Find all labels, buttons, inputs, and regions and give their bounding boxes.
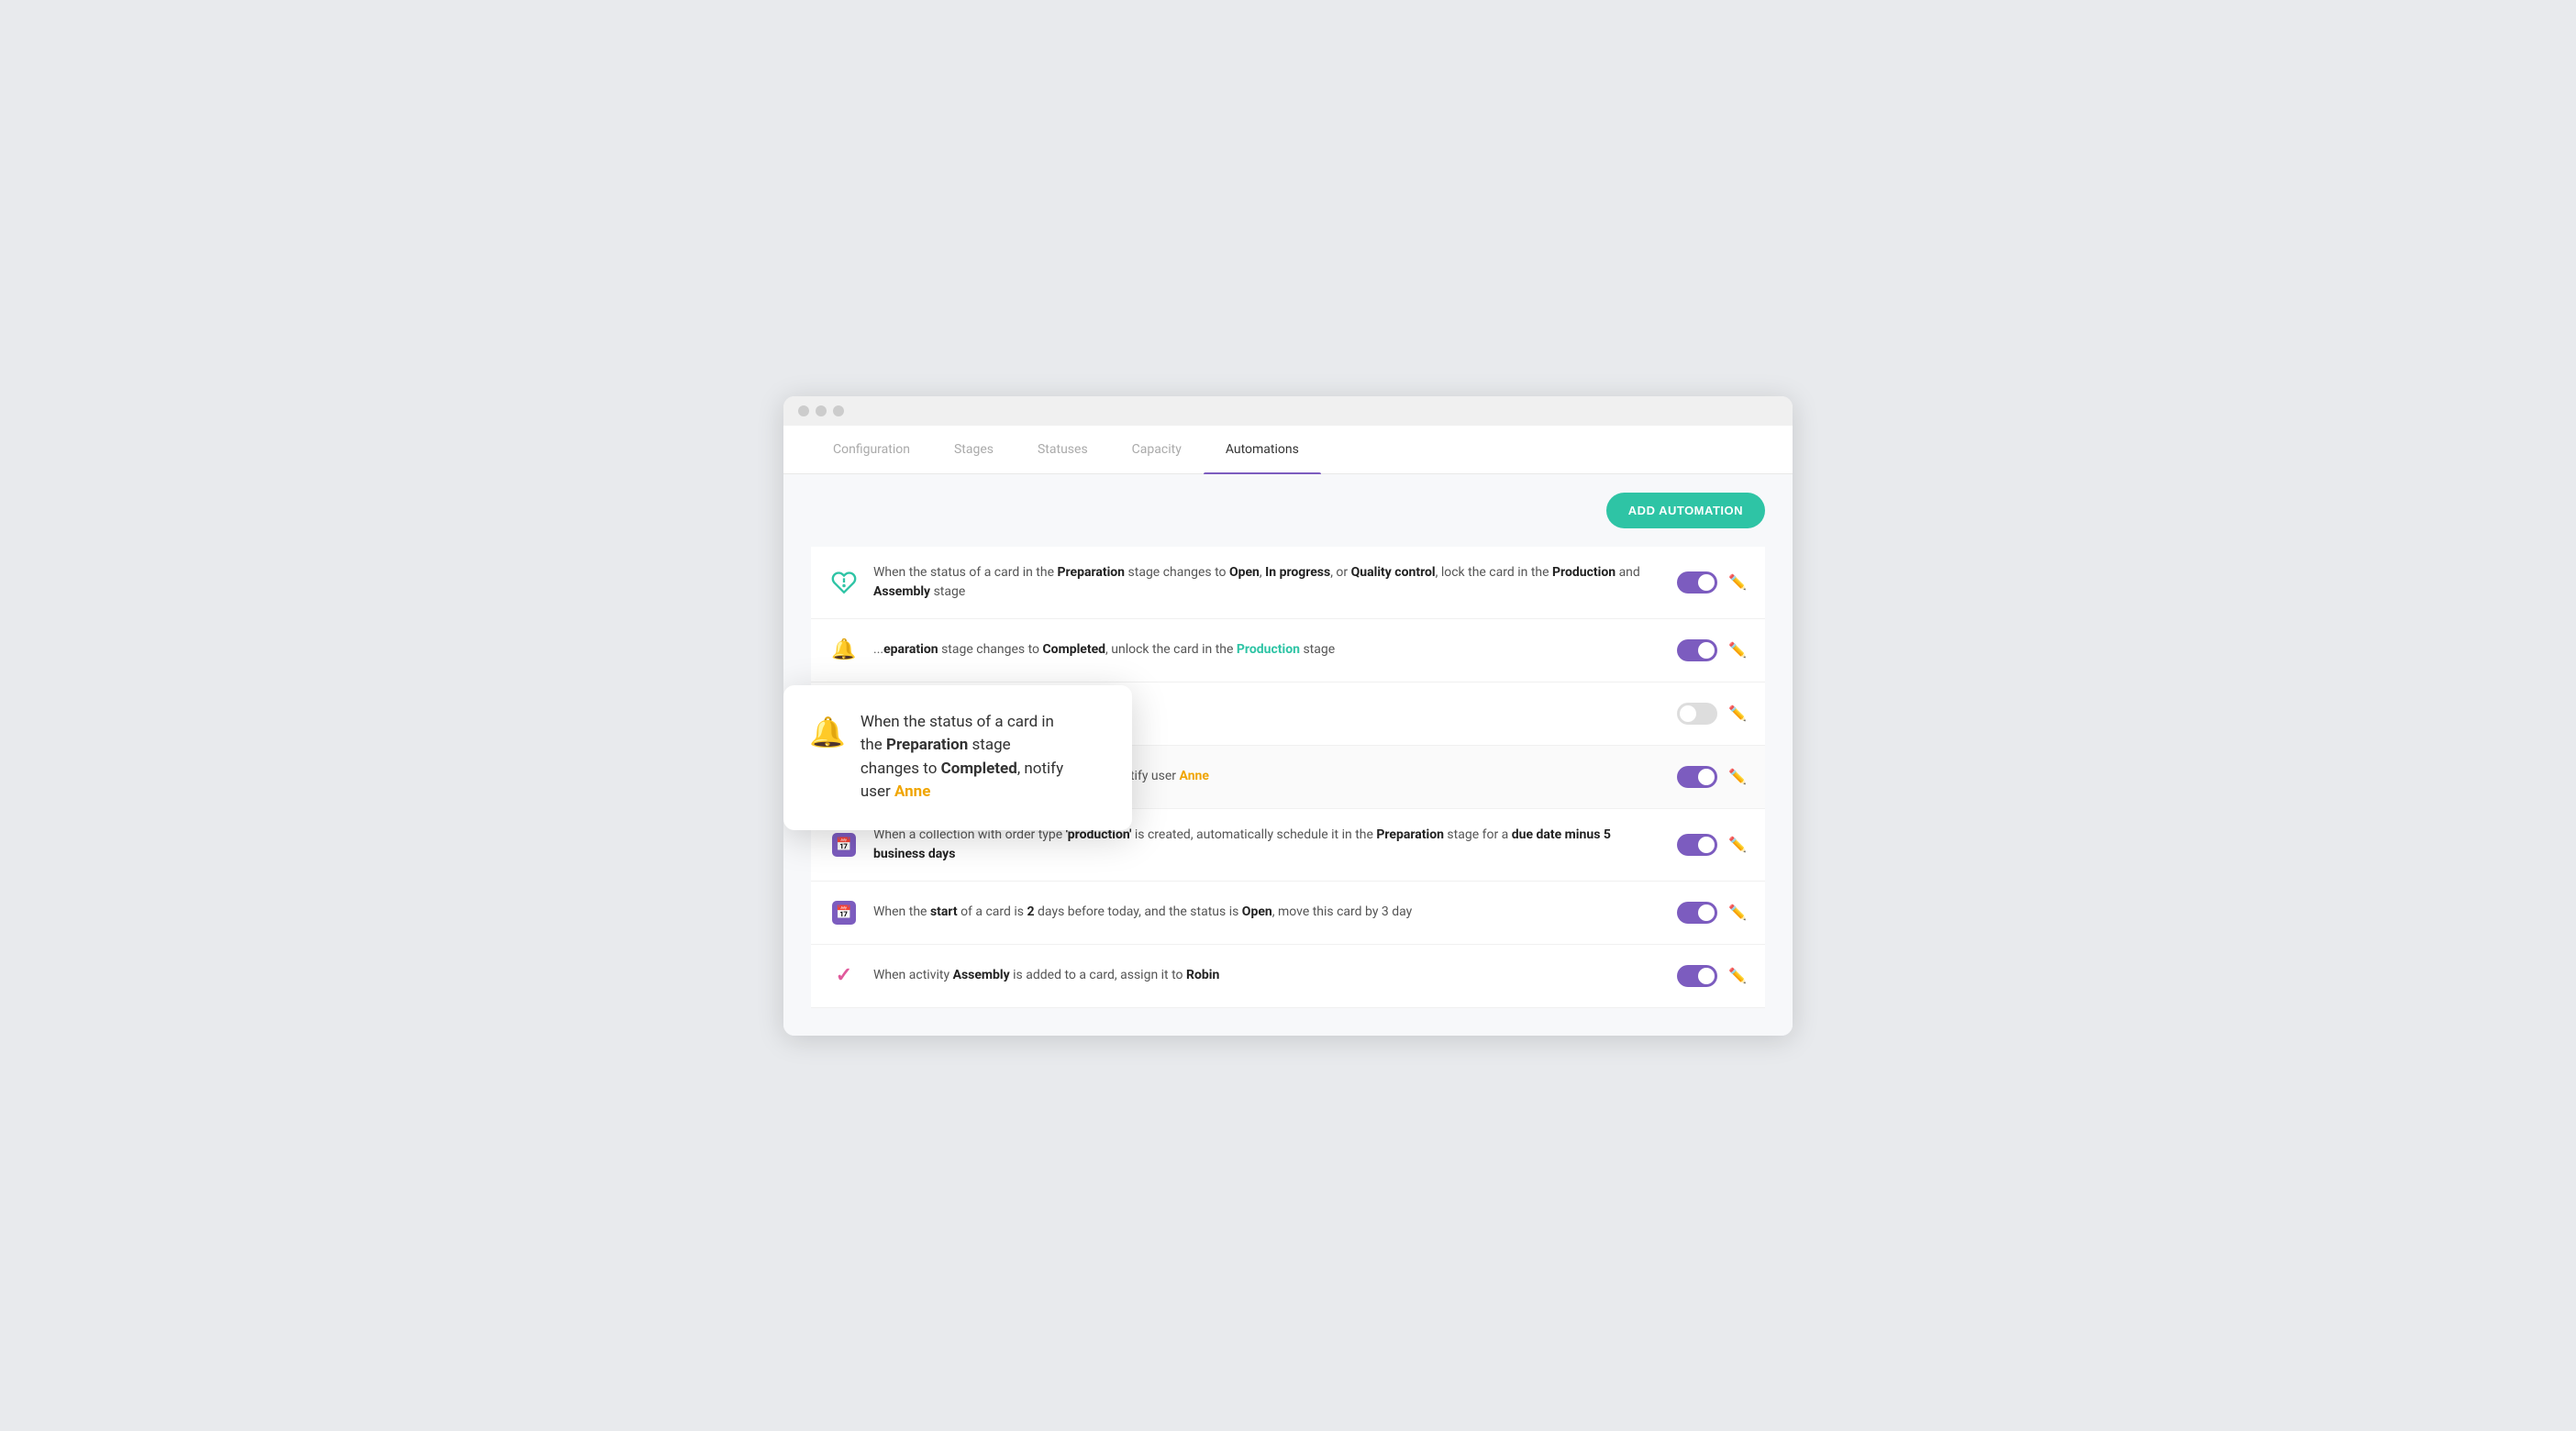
automation-text: When a collection with order type 'produ… xyxy=(873,826,1662,864)
automation-controls: ✏️ xyxy=(1677,639,1747,661)
main-content: ADD AUTOMATION When the status of a card… xyxy=(783,474,1793,1036)
edit-icon[interactable]: ✏️ xyxy=(1728,967,1747,984)
tab-statuses[interactable]: Statuses xyxy=(1016,426,1110,473)
edit-icon[interactable]: ✏️ xyxy=(1728,573,1747,591)
add-automation-button[interactable]: ADD AUTOMATION xyxy=(1606,493,1765,528)
automation-controls: ✏️ xyxy=(1677,766,1747,788)
automation-toggle[interactable] xyxy=(1677,902,1717,924)
add-button-row: ADD AUTOMATION xyxy=(811,493,1765,528)
automation-row: When the status of a card in the Prepara… xyxy=(811,547,1765,619)
automation-row: 📅 When the start of a card is 2 days bef… xyxy=(811,882,1765,945)
edit-icon[interactable]: ✏️ xyxy=(1728,904,1747,921)
title-bar xyxy=(783,396,1793,426)
automation-controls: ✏️ xyxy=(1677,902,1747,924)
automation-text: ...eparation stage changes to Completed,… xyxy=(873,640,1662,660)
automation-icon-heart xyxy=(829,568,859,597)
dot-green xyxy=(833,405,844,416)
automation-text: When the start of a card is 2 days befor… xyxy=(873,903,1662,922)
automation-toggle[interactable] xyxy=(1677,965,1717,987)
automation-text: When activity Assembly is added to a car… xyxy=(873,966,1662,985)
automation-controls: ✏️ xyxy=(1677,965,1747,987)
automation-text: When the status of a card in the Prepara… xyxy=(873,563,1662,602)
app-window: Configuration Stages Statuses Capacity A… xyxy=(783,396,1793,1036)
tab-stages[interactable]: Stages xyxy=(932,426,1016,473)
automation-icon-calendar: 📅 xyxy=(829,830,859,860)
tab-automations[interactable]: Automations xyxy=(1204,426,1321,473)
edit-icon[interactable]: ✏️ xyxy=(1728,768,1747,785)
automation-icon-checkmark: ✓ xyxy=(829,961,859,991)
automation-icon-calendar2: 📅 xyxy=(829,898,859,927)
automation-toggle[interactable] xyxy=(1677,834,1717,856)
tab-bar: Configuration Stages Statuses Capacity A… xyxy=(783,426,1793,474)
automation-row: ✓ When activity Assembly is added to a c… xyxy=(811,945,1765,1008)
tab-capacity[interactable]: Capacity xyxy=(1110,426,1204,473)
automation-toggle[interactable] xyxy=(1677,639,1717,661)
automation-toggle[interactable] xyxy=(1677,766,1717,788)
tooltip-icon: 🔔 xyxy=(809,715,846,749)
edit-icon[interactable]: ✏️ xyxy=(1728,704,1747,722)
automation-controls: ✏️ xyxy=(1677,703,1747,725)
edit-icon[interactable]: ✏️ xyxy=(1728,836,1747,853)
automation-toggle[interactable] xyxy=(1677,703,1717,725)
automation-controls: ✏️ xyxy=(1677,834,1747,856)
automation-row: 🔔 ...eparation stage changes to Complete… xyxy=(811,619,1765,682)
tooltip-popup: 🔔 When the status of a card in the Prepa… xyxy=(783,685,1132,830)
automation-icon-bell: 🔔 xyxy=(829,636,859,665)
dot-yellow xyxy=(816,405,827,416)
edit-icon[interactable]: ✏️ xyxy=(1728,641,1747,659)
dot-red xyxy=(798,405,809,416)
tab-configuration[interactable]: Configuration xyxy=(811,426,932,473)
tooltip-text: When the status of a card in the Prepara… xyxy=(861,711,1063,804)
automation-toggle[interactable] xyxy=(1677,571,1717,593)
automation-controls: ✏️ xyxy=(1677,571,1747,593)
